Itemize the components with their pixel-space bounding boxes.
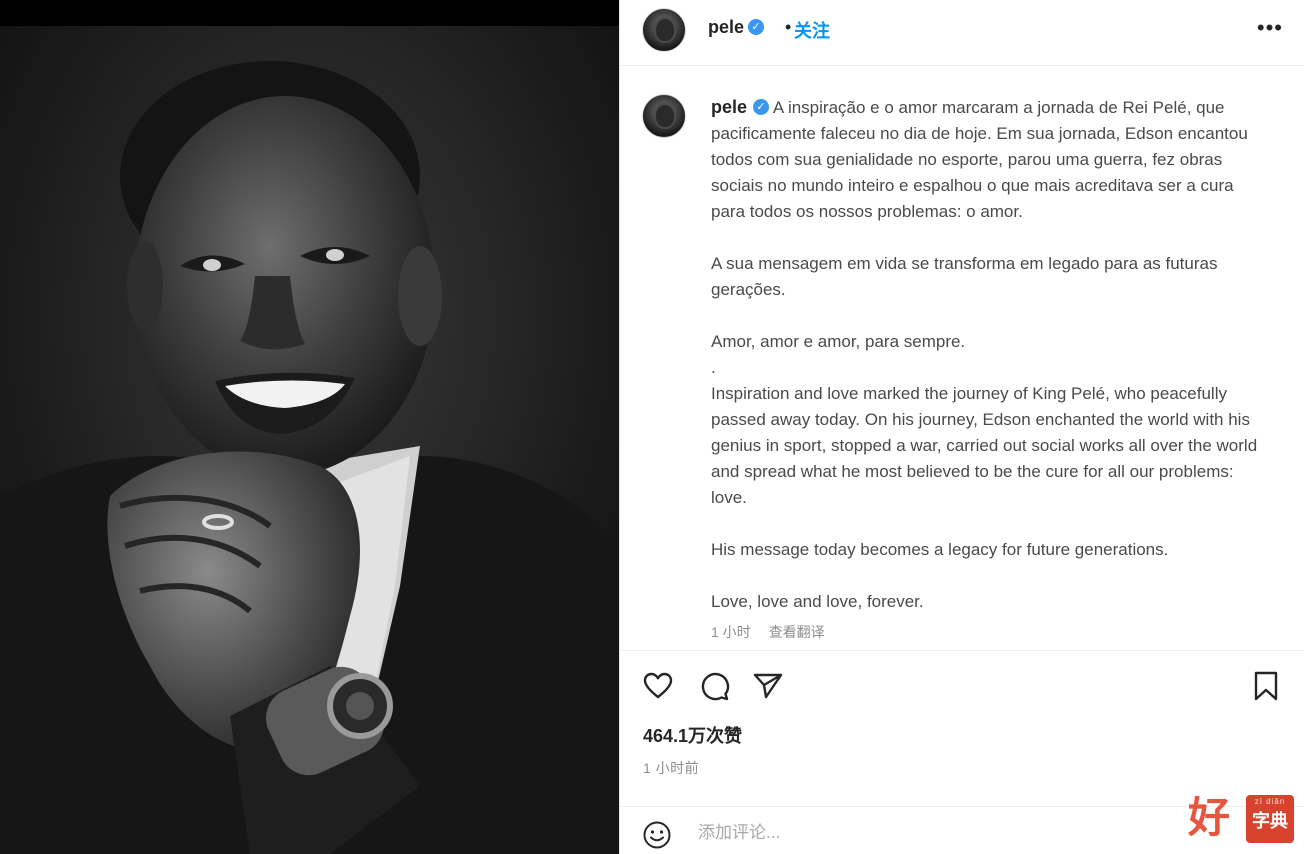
caption-paragraph-en-3: Love, love and love, forever. [711, 592, 924, 611]
portrait-photo [0, 26, 619, 854]
likes-count[interactable]: 464.1万次赞 [643, 722, 742, 748]
smiley-icon[interactable] [642, 820, 672, 850]
header-user: pele ✓ [708, 17, 765, 38]
caption-paragraph-pt-3: Amor, amor e amor, para sempre. [711, 332, 966, 351]
action-bar [620, 652, 1304, 718]
see-translation-link[interactable]: 查看翻译 [769, 624, 825, 640]
avatar[interactable] [642, 8, 686, 52]
verified-badge-icon: ✓ [748, 18, 765, 35]
username-link[interactable]: pele [708, 17, 744, 37]
caption-time: 1 小时 [711, 624, 751, 640]
caption-meta: 1 小时 查看翻译 [711, 622, 839, 642]
caption-dot-separator: . [711, 358, 716, 377]
comment-icon[interactable] [698, 670, 730, 702]
caption-username-link[interactable]: pele [711, 97, 747, 117]
caption-paragraph-en-2: His message today becomes a legacy for f… [711, 540, 1169, 559]
more-options-icon[interactable]: ••• [1257, 17, 1283, 39]
bookmark-icon[interactable] [1250, 670, 1282, 702]
follow-button[interactable]: 关注 [794, 17, 830, 43]
separator-dot: • [785, 17, 792, 37]
photo-top-band [0, 0, 619, 26]
caption-paragraph-pt-2: A sua mensagem em vida se transforma em … [711, 254, 1218, 299]
watermark-logo: 好 zì diǎn 字典 [1188, 793, 1298, 849]
send-icon[interactable] [752, 670, 784, 702]
post-photo [0, 0, 619, 854]
post-header: pele ✓ • 关注 ••• [620, 0, 1304, 66]
watermark-text: 字典 [1252, 811, 1288, 831]
watermark-char: 好 [1188, 793, 1231, 842]
watermark-box: zì diǎn 字典 [1246, 795, 1294, 843]
caption-text: pele ✓ A inspiração e o amor marcaram a j… [711, 94, 1271, 641]
post-panel: pele ✓ • 关注 ••• pele ✓ A inspiração e o am… [619, 0, 1304, 854]
caption-paragraph-en-1: Inspiration and love marked the journey … [711, 384, 1258, 507]
watermark-pinyin: zì diǎn [1254, 797, 1286, 806]
caption-avatar[interactable] [642, 94, 686, 138]
caption-paragraph: pele ✓ A inspiração e o amor marcaram a j… [711, 94, 1271, 225]
comment-input[interactable] [698, 819, 1178, 847]
posted-time: 1 小时前 [643, 760, 700, 776]
heart-icon[interactable] [642, 670, 674, 702]
verified-badge-icon: ✓ [753, 98, 770, 115]
caption-section: pele ✓ A inspiração e o amor marcaram a j… [620, 66, 1304, 651]
caption-paragraph-pt-1: A inspiração e o amor marcaram a jornada… [711, 98, 1248, 221]
